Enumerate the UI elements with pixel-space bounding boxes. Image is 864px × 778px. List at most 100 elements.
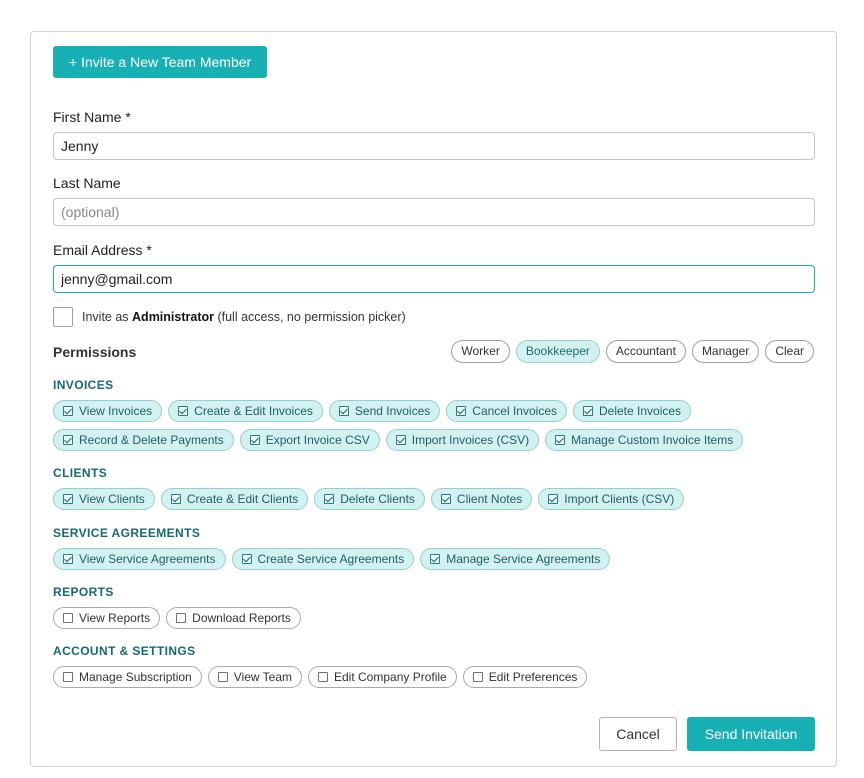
checkbox-icon	[63, 406, 73, 416]
invoices-row-1: View Invoices Create & Edit Invoices Sen…	[53, 400, 692, 422]
permission-label: View Team	[233, 670, 292, 684]
permission-label: Manage Service Agreements	[446, 552, 601, 566]
checkbox-icon	[63, 494, 73, 504]
permission-label: Download Reports	[192, 611, 291, 625]
admin-toggle-row[interactable]: Invite as Administrator (full access, no…	[53, 306, 406, 328]
permission-chip[interactable]: View Team	[207, 666, 302, 688]
checkbox-icon	[456, 406, 467, 416]
permission-chip[interactable]: Edit Company Profile	[308, 666, 457, 688]
account-settings-row: Manage Subscription View Team Edit Compa…	[53, 666, 588, 688]
section-title-service-agreements: SERVICE AGREEMENTS	[53, 526, 201, 540]
permission-label: Record & Delete Payments	[79, 433, 224, 447]
checkbox-icon	[63, 613, 73, 623]
permission-chip[interactable]: Import Invoices (CSV)	[385, 429, 540, 451]
checkbox-icon	[555, 435, 566, 445]
email-input[interactable]	[53, 265, 815, 293]
checkbox-icon	[318, 672, 328, 682]
section-title-account-settings: ACCOUNT & SETTINGS	[53, 644, 196, 658]
permission-chip[interactable]: Edit Preferences	[462, 666, 588, 688]
checkbox-icon	[241, 554, 252, 564]
permission-label: Delete Clients	[340, 492, 415, 506]
permission-chip[interactable]: Manage Subscription	[53, 666, 202, 688]
section-title-invoices: INVOICES	[53, 378, 114, 392]
permission-chip[interactable]: View Clients	[53, 488, 155, 510]
permission-label: Edit Preferences	[488, 670, 578, 684]
permission-chip[interactable]: Import Clients (CSV)	[538, 488, 685, 510]
checkbox-icon	[430, 554, 441, 564]
admin-label-bold: Administrator	[132, 310, 214, 324]
permission-label: View Service Agreements	[79, 552, 216, 566]
clients-row: View Clients Create & Edit Clients Delet…	[53, 488, 685, 510]
preset-bookkeeper-button[interactable]: Bookkeeper	[515, 340, 600, 363]
permission-chip[interactable]: View Reports	[53, 607, 161, 629]
checkbox-icon	[395, 435, 406, 445]
preset-accountant-button[interactable]: Accountant	[605, 340, 686, 363]
checkbox-icon	[63, 672, 73, 682]
admin-label-suffix: (full access, no permission picker)	[213, 310, 406, 324]
preset-clear-button[interactable]: Clear	[765, 340, 814, 363]
checkbox-icon	[217, 672, 228, 682]
checkbox-icon	[338, 406, 349, 416]
permission-chip[interactable]: Manage Custom Invoice Items	[545, 429, 744, 451]
invoices-row-2: Record & Delete Payments Export Invoice …	[53, 429, 744, 451]
permission-chip[interactable]: Send Invoices	[328, 400, 441, 422]
cancel-button[interactable]: Cancel	[599, 717, 677, 751]
section-title-reports: REPORTS	[53, 585, 114, 599]
permission-label: View Invoices	[79, 404, 153, 418]
admin-label: Invite as Administrator (full access, no…	[82, 310, 406, 324]
permission-label: Create Service Agreements	[257, 552, 405, 566]
permission-chip[interactable]: Create Service Agreements	[231, 548, 415, 570]
checkbox-icon	[249, 435, 260, 445]
last-name-input[interactable]	[53, 198, 815, 226]
permission-chip[interactable]: View Service Agreements	[53, 548, 226, 570]
checkbox-icon	[178, 406, 189, 416]
preset-manager-button[interactable]: Manager	[691, 340, 760, 363]
checkbox-icon	[63, 435, 73, 445]
permission-label: Cancel Invoices	[472, 404, 557, 418]
permission-label: Create & Edit Invoices	[194, 404, 313, 418]
checkbox-icon	[472, 672, 483, 682]
permission-label: Create & Edit Clients	[186, 492, 299, 506]
checkbox-icon	[63, 554, 73, 564]
permission-chip[interactable]: Create & Edit Invoices	[168, 400, 323, 422]
invite-form-card: + Invite a New Team Member First Name * …	[30, 31, 837, 767]
permission-label: Delete Invoices	[599, 404, 682, 418]
last-name-label: Last Name	[53, 175, 121, 191]
permission-label: Import Clients (CSV)	[564, 492, 675, 506]
permission-chip[interactable]: View Invoices	[53, 400, 163, 422]
checkbox-icon	[440, 494, 451, 504]
permission-label: Export Invoice CSV	[265, 433, 370, 447]
permission-label: Import Invoices (CSV)	[411, 433, 530, 447]
permission-label: Manage Custom Invoice Items	[571, 433, 734, 447]
permission-presets: Worker Bookkeeper Accountant Manager Cle…	[451, 340, 814, 363]
first-name-input[interactable]	[53, 132, 815, 160]
permission-label: Client Notes	[456, 492, 523, 506]
permission-chip[interactable]: Manage Service Agreements	[420, 548, 611, 570]
permission-label: Manage Subscription	[79, 670, 192, 684]
permission-chip[interactable]: Client Notes	[430, 488, 533, 510]
permission-chip[interactable]: Cancel Invoices	[446, 400, 567, 422]
first-name-label: First Name *	[53, 109, 131, 125]
email-label: Email Address *	[53, 242, 152, 258]
permission-chip[interactable]: Record & Delete Payments	[53, 429, 234, 451]
permission-chip[interactable]: Download Reports	[166, 607, 301, 629]
permission-chip[interactable]: Delete Clients	[314, 488, 425, 510]
admin-checkbox[interactable]	[53, 307, 73, 327]
permission-chip[interactable]: Create & Edit Clients	[160, 488, 309, 510]
permissions-heading: Permissions	[53, 344, 137, 360]
admin-label-prefix: Invite as	[82, 310, 133, 324]
preset-worker-button[interactable]: Worker	[451, 340, 510, 363]
invite-new-member-button[interactable]: + Invite a New Team Member	[53, 46, 268, 78]
permission-label: Send Invoices	[354, 404, 431, 418]
checkbox-icon	[583, 406, 593, 416]
checkbox-icon	[170, 494, 181, 504]
permission-chip[interactable]: Delete Invoices	[573, 400, 692, 422]
service-agreements-row: View Service Agreements Create Service A…	[53, 548, 611, 570]
checkbox-icon	[176, 613, 187, 623]
send-invitation-button[interactable]: Send Invitation	[687, 717, 815, 751]
section-title-clients: CLIENTS	[53, 466, 108, 480]
checkbox-icon	[548, 494, 559, 504]
permission-label: View Reports	[79, 611, 151, 625]
reports-row: View Reports Download Reports	[53, 607, 301, 629]
permission-chip[interactable]: Export Invoice CSV	[239, 429, 380, 451]
